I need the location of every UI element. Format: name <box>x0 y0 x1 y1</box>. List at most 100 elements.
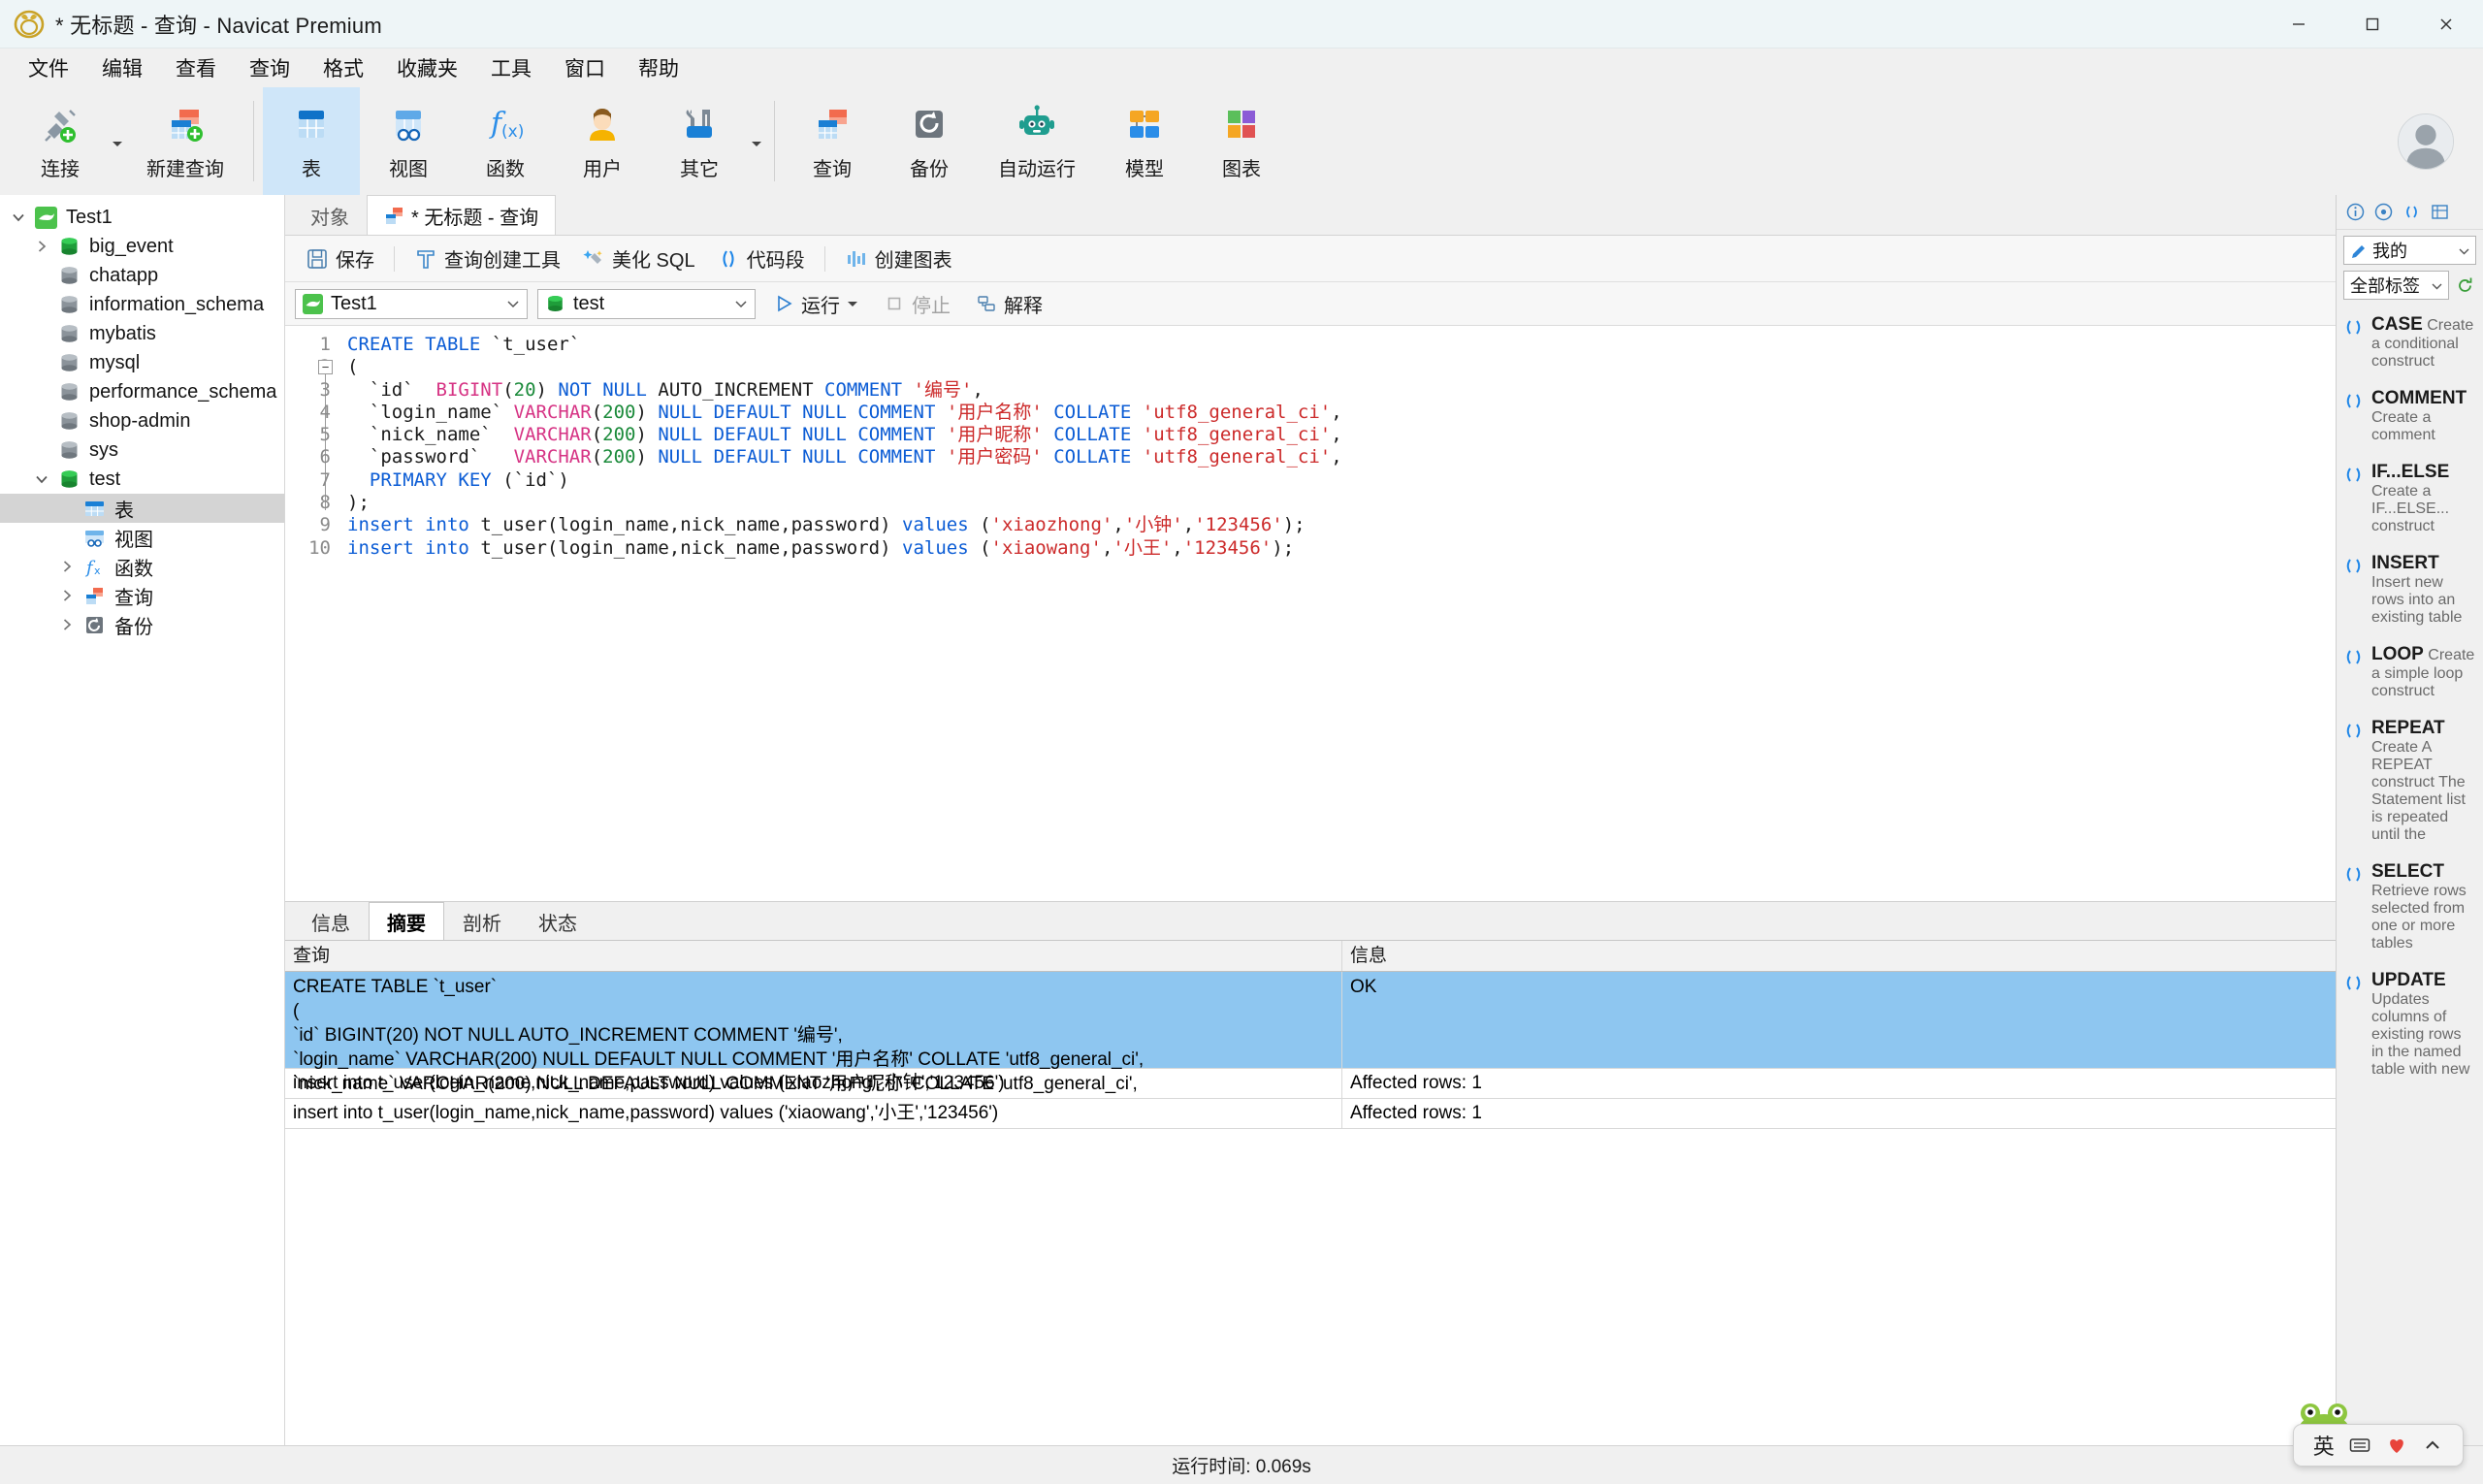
toolbar-automation-button[interactable]: 自动运行 <box>978 87 1096 195</box>
chevron-up-icon[interactable] <box>2422 1435 2443 1456</box>
ime-mode-label[interactable]: 英 <box>2313 1430 2335 1461</box>
toolbar-query-button[interactable]: 查询 <box>784 87 881 195</box>
chevron-down-icon[interactable] <box>847 300 858 307</box>
menu-help[interactable]: 帮助 <box>622 49 695 86</box>
snippet-list[interactable]: CASE Create a conditional construct COMM… <box>2337 304 2483 1445</box>
results-tab-summary[interactable]: 摘要 <box>369 902 444 940</box>
results-grid[interactable]: 查询 信息 查询时间 CREATE TABLE `t_user` ( `id` … <box>285 941 2336 1445</box>
heart-icon[interactable] <box>2386 1435 2407 1456</box>
chevron-down-icon[interactable] <box>29 472 54 486</box>
object-tree-sidebar[interactable]: Test1 big_event chatapp information_sche… <box>0 195 285 1445</box>
tree-node-functions[interactable]: fx 函数 <box>0 552 284 581</box>
tree-node-tables[interactable]: 表 <box>0 494 284 523</box>
menu-query[interactable]: 查询 <box>233 49 306 86</box>
tree-node-shop-admin[interactable]: shop-admin <box>0 406 284 436</box>
toolbar-connection-button[interactable]: 连接 <box>12 87 109 195</box>
chevron-down-icon[interactable] <box>2457 243 2471 258</box>
list-item[interactable]: CASE Create a conditional construct <box>2337 306 2483 379</box>
table-row[interactable]: insert into t_user(login_name,nick_name,… <box>285 1099 2336 1129</box>
save-button[interactable]: 保存 <box>295 240 385 277</box>
menu-view[interactable]: 查看 <box>159 49 233 86</box>
menu-format[interactable]: 格式 <box>306 49 380 86</box>
snippet-tag-select[interactable]: 全部标签 <box>2343 271 2449 300</box>
tab-objects[interactable]: 对象 <box>293 195 367 235</box>
list-item[interactable]: COMMENT Create a comment <box>2337 379 2483 453</box>
tree-node-views[interactable]: 视图 <box>0 523 284 552</box>
explain-button[interactable]: 解释 <box>968 286 1050 322</box>
toolbar-backup-button[interactable]: 备份 <box>881 87 978 195</box>
sql-editor[interactable]: 1 2 − 3 4 5 6 7 8 9 10 CREATE TABLE `t_u… <box>285 326 2336 902</box>
toolbar-new-query-button[interactable]: 新建查询 <box>126 87 244 195</box>
user-avatar[interactable] <box>2398 113 2454 170</box>
tree-node-test1[interactable]: Test1 <box>0 203 284 232</box>
table-row[interactable]: CREATE TABLE `t_user` ( `id` BIGINT(20) … <box>285 972 2336 1096</box>
column-header-info[interactable]: 信息 <box>1342 941 2336 971</box>
list-item[interactable]: SELECT Retrieve rows selected from one o… <box>2337 853 2483 961</box>
list-item[interactable]: UPDATE Updates columns of existing rows … <box>2337 961 2483 1087</box>
beautify-sql-button[interactable]: 美化 SQL <box>571 240 706 277</box>
results-tab-profile[interactable]: 剖析 <box>444 902 520 940</box>
tree-node-backups[interactable]: 备份 <box>0 610 284 639</box>
chevron-right-icon[interactable] <box>54 589 80 602</box>
toolbar-user-button[interactable]: 用户 <box>554 87 651 195</box>
toolbar-view-button[interactable]: 视图 <box>360 87 457 195</box>
chevron-right-icon[interactable] <box>54 560 80 573</box>
query-builder-button[interactable]: 查询创建工具 <box>403 240 571 277</box>
ime-floating-widget[interactable]: 英 <box>2293 1403 2464 1467</box>
tab-untitled-query[interactable]: * 无标题 - 查询 <box>367 195 557 235</box>
toolbar-table-button[interactable]: 表 <box>263 87 360 195</box>
results-tab-status[interactable]: 状态 <box>520 902 596 940</box>
list-item[interactable]: LOOP Create a simple loop construct <box>2337 635 2483 709</box>
toolbar-chart-button[interactable]: 图表 <box>1193 87 1290 195</box>
refresh-icon[interactable] <box>2453 271 2476 300</box>
connection-select[interactable]: Test1 <box>295 288 528 319</box>
table-row[interactable]: insert into t_user(login_name,nick_name,… <box>285 1069 2336 1099</box>
menu-favorites[interactable]: 收藏夹 <box>380 49 474 86</box>
connection-dropdown-caret-icon[interactable] <box>109 87 126 195</box>
info-icon[interactable] <box>2346 203 2365 221</box>
tree-node-chatapp[interactable]: chatapp <box>0 261 284 290</box>
list-item[interactable]: REPEAT Create A REPEAT construct The Sta… <box>2337 709 2483 853</box>
keyboard-icon[interactable] <box>2349 1435 2370 1456</box>
chevron-down-icon[interactable] <box>505 296 521 311</box>
code-icon[interactable] <box>2402 203 2421 221</box>
tree-node-performance_schema[interactable]: performance_schema <box>0 377 284 406</box>
tree-node-information_schema[interactable]: information_schema <box>0 290 284 319</box>
run-button[interactable]: 运行 <box>765 286 866 322</box>
menu-edit[interactable]: 编辑 <box>85 49 159 86</box>
chevron-down-icon[interactable] <box>2430 278 2444 293</box>
minimize-button[interactable] <box>2262 0 2336 48</box>
toolbar-model-button[interactable]: 模型 <box>1096 87 1193 195</box>
chevron-right-icon[interactable] <box>54 618 80 631</box>
chevron-down-icon[interactable] <box>6 210 31 224</box>
tree-node-mysql[interactable]: mysql <box>0 348 284 377</box>
tree-node-mybatis[interactable]: mybatis <box>0 319 284 348</box>
menu-window[interactable]: 窗口 <box>548 49 622 86</box>
close-button[interactable] <box>2409 0 2483 48</box>
code-snippet-button[interactable]: 代码段 <box>706 240 816 277</box>
grid-icon[interactable] <box>2431 203 2449 221</box>
toolbar-function-button[interactable]: f (x) 函数 <box>457 87 554 195</box>
tree-node-sys[interactable]: sys <box>0 436 284 465</box>
tree-node-big_event[interactable]: big_event <box>0 232 284 261</box>
list-item[interactable]: INSERT Insert new rows into an existing … <box>2337 544 2483 635</box>
chevron-down-icon[interactable] <box>733 296 749 311</box>
results-tab-info[interactable]: 信息 <box>293 902 369 940</box>
other-dropdown-caret-icon[interactable] <box>748 87 765 195</box>
create-chart-button[interactable]: 创建图表 <box>834 240 963 277</box>
fold-toggle-icon[interactable]: − <box>318 360 333 375</box>
snippet-owner-select[interactable]: 我的 <box>2343 236 2476 265</box>
menu-tools[interactable]: 工具 <box>474 49 548 86</box>
tree-node-test[interactable]: test <box>0 465 284 494</box>
column-header-query[interactable]: 查询 <box>285 941 1342 971</box>
tree-node-queries[interactable]: 查询 <box>0 581 284 610</box>
editor-code-area[interactable]: CREATE TABLE `t_user` ( `id` BIGINT(20) … <box>338 326 2336 901</box>
chevron-right-icon[interactable] <box>29 240 54 253</box>
database-select[interactable]: test <box>537 288 756 319</box>
maximize-button[interactable] <box>2336 0 2409 48</box>
list-item[interactable]: IF...ELSE Create a IF...ELSE... construc… <box>2337 453 2483 544</box>
history-icon[interactable] <box>2374 203 2393 221</box>
toolbar-other-button[interactable]: 其它 <box>651 87 748 195</box>
ime-bar[interactable]: 英 <box>2293 1424 2464 1467</box>
menu-file[interactable]: 文件 <box>12 49 85 86</box>
